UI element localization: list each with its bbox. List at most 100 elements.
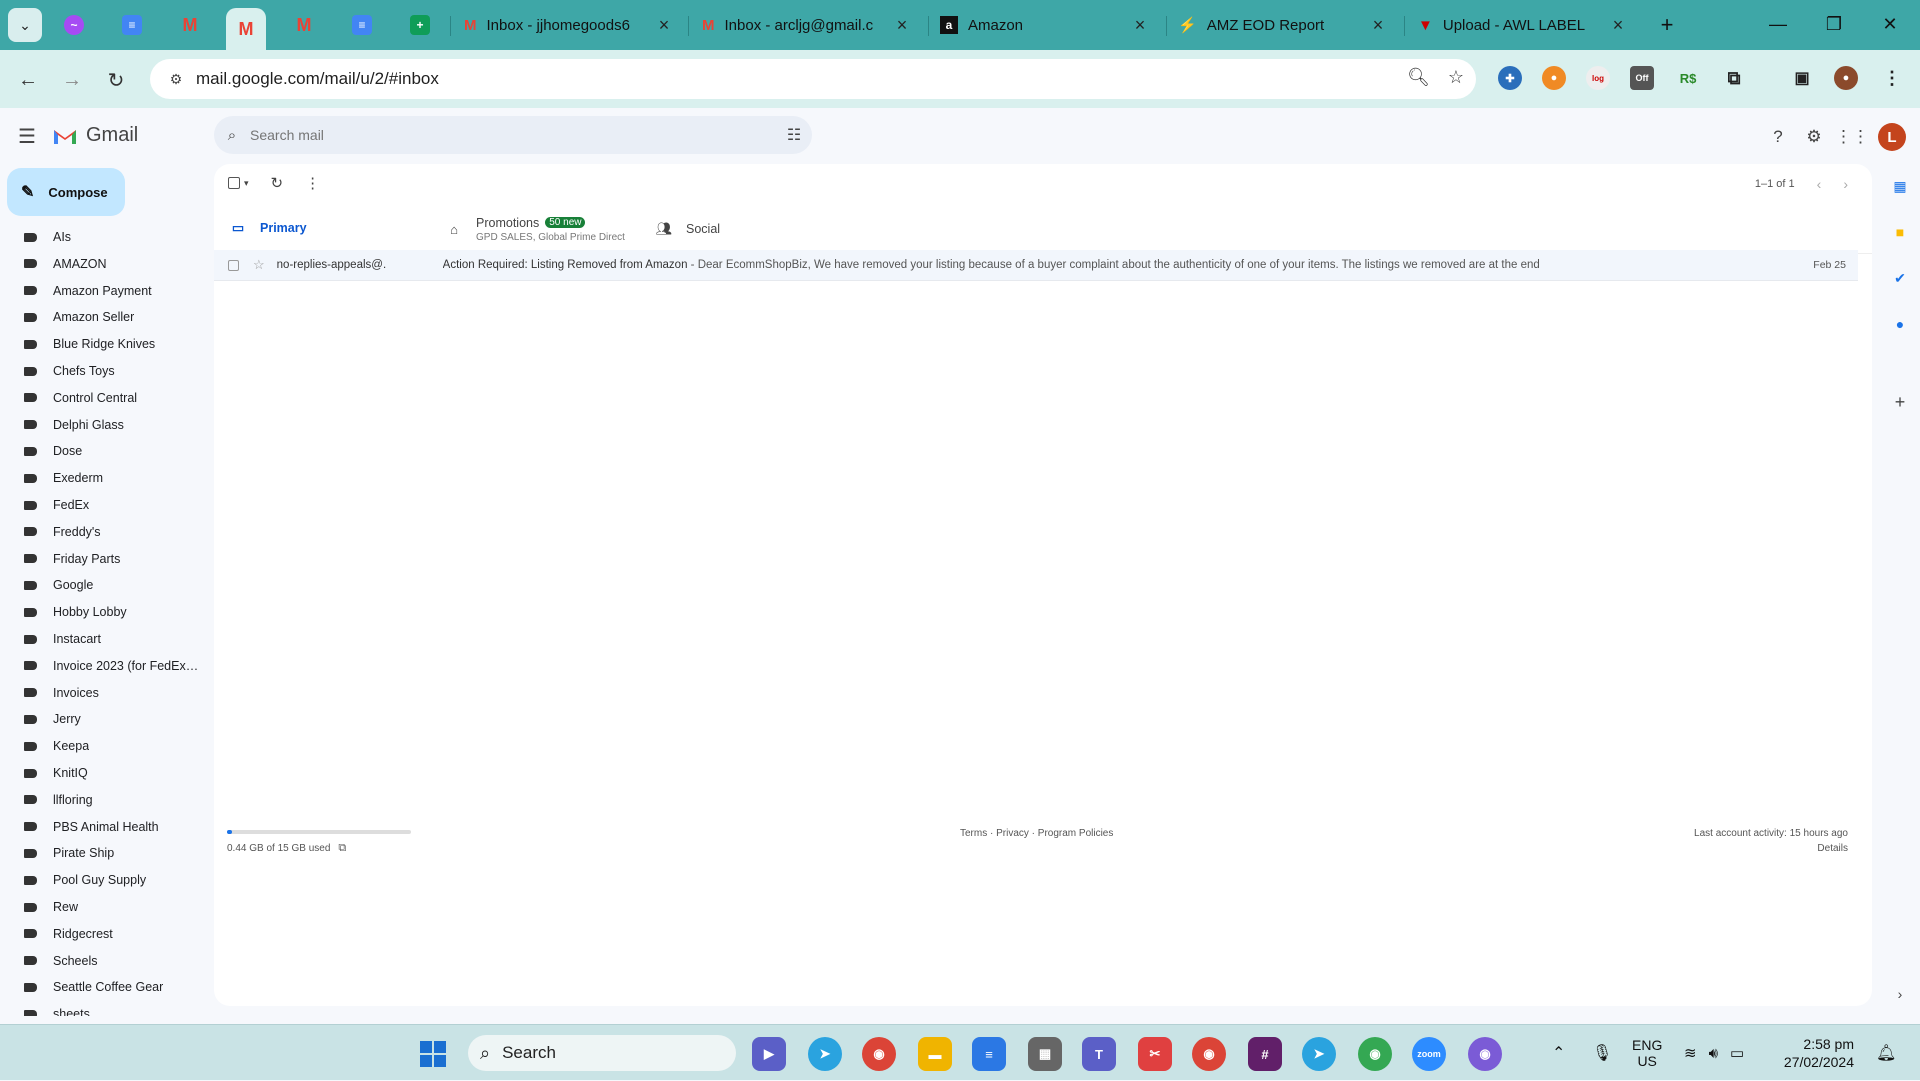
footer-links[interactable]: Terms · Privacy · Program Policies	[960, 828, 1113, 839]
url-text[interactable]: mail.google.com/mail/u/2/#inbox	[196, 69, 439, 89]
tab-inbox-jjhomegoods[interactable]: M Inbox - jjhomegoods6 ×	[454, 8, 684, 42]
sidebar-label-item[interactable]: FedEx	[0, 492, 212, 518]
sidebar-label-item[interactable]: Rew	[0, 894, 212, 920]
minimize-button[interactable]: —	[1750, 0, 1806, 48]
calculator-icon[interactable]: ▦	[1028, 1037, 1062, 1071]
more-options-icon[interactable]: ⋮	[305, 174, 320, 192]
chrome-icon[interactable]: ◉	[862, 1037, 896, 1071]
sidebar-label-item[interactable]: Blue Ridge Knives	[0, 331, 212, 357]
bookmark-star-icon[interactable]: ☆	[1448, 67, 1464, 88]
microphone-icon[interactable]: 🎙︎	[1592, 1025, 1612, 1081]
close-icon[interactable]: ×	[892, 15, 912, 36]
chrome-profile-j-icon[interactable]: ◉	[1358, 1037, 1392, 1071]
row-checkbox[interactable]	[228, 259, 239, 271]
calendar-icon[interactable]: ▦	[1888, 174, 1912, 198]
sidebar-label-item[interactable]: sheets	[0, 1001, 212, 1016]
add-addon-icon[interactable]: +	[1888, 390, 1912, 414]
restore-button[interactable]: ❐	[1806, 0, 1862, 48]
telegram-icon-2[interactable]: ➤	[1302, 1037, 1336, 1071]
pinned-tab-gmail-2[interactable]: M	[284, 8, 324, 42]
tab-amz-eod-report[interactable]: ⚡ AMZ EOD Report ×	[1168, 8, 1398, 42]
close-icon[interactable]: ×	[1368, 15, 1388, 36]
prev-page-icon[interactable]: ‹	[1817, 176, 1822, 192]
star-icon[interactable]: ☆	[253, 257, 265, 273]
chrome-profile-l-icon[interactable]: ◉	[1468, 1037, 1502, 1071]
language-indicator[interactable]: ENG US	[1632, 1025, 1662, 1081]
side-panel-icon[interactable]: ▣	[1790, 66, 1814, 90]
extension-icon-2[interactable]: ●	[1542, 66, 1566, 90]
system-tray-icons[interactable]: ≋ 🔊︎ ▭	[1684, 1025, 1744, 1081]
sidebar-label-item[interactable]: KnitIQ	[0, 760, 212, 786]
tab-amazon[interactable]: a Amazon ×	[930, 8, 1160, 42]
sidebar-label-item[interactable]: llfloring	[0, 787, 212, 813]
sidebar-label-item[interactable]: Invoices	[0, 680, 212, 706]
contacts-icon[interactable]: ●	[1888, 312, 1912, 336]
account-avatar[interactable]: L	[1878, 123, 1906, 151]
gmail-logo[interactable]: Gmail	[52, 124, 138, 147]
keep-icon[interactable]: ■	[1888, 220, 1912, 244]
extension-rs-icon[interactable]: R$	[1676, 66, 1700, 90]
open-external-icon[interactable]: ⧉	[338, 842, 346, 855]
refresh-icon[interactable]: ↻	[271, 174, 284, 192]
sidebar-label-item[interactable]: Scheels	[0, 948, 212, 974]
pinned-tab-sheets[interactable]: +	[400, 8, 440, 42]
compose-button[interactable]: ✎ Compose	[7, 168, 125, 216]
new-tab-button[interactable]: +	[1652, 10, 1682, 40]
reload-button[interactable]: ↻	[100, 64, 132, 96]
profile-avatar[interactable]: ●	[1834, 66, 1858, 90]
sidebar-label-item[interactable]: Invoice 2023 (for FedEx ...	[0, 653, 212, 679]
sidebar-label-item[interactable]: Friday Parts	[0, 546, 212, 572]
start-windows-icon[interactable]	[416, 1037, 450, 1071]
sidebar-label-item[interactable]: AIs	[0, 226, 212, 250]
sidebar-label-item[interactable]: Delphi Glass	[0, 412, 212, 438]
file-explorer-icon[interactable]: ▬	[918, 1037, 952, 1071]
sidebar-label-item[interactable]: Keepa	[0, 733, 212, 759]
close-icon[interactable]: ×	[1608, 15, 1628, 36]
sidebar-label-item[interactable]: Ridgecrest	[0, 921, 212, 947]
sidebar-label-item[interactable]: Google	[0, 572, 212, 598]
email-row[interactable]: ☆ no-replies-appeals@. Action Required: …	[214, 250, 1858, 281]
extension-off-icon[interactable]: Off	[1630, 66, 1654, 90]
snipping-tool-icon[interactable]: ✂	[1138, 1037, 1172, 1071]
tab-promotions[interactable]: ⌂ Promotions 50 new GPD SALES, Global Pr…	[436, 204, 656, 254]
sidebar-label-item[interactable]: Amazon Payment	[0, 278, 212, 304]
close-icon[interactable]: ×	[1130, 15, 1150, 36]
sidebar-label-item[interactable]: Pirate Ship	[0, 840, 212, 866]
help-icon[interactable]: ?	[1766, 125, 1790, 149]
slack-icon[interactable]: #	[1248, 1037, 1282, 1071]
sidebar-label-item[interactable]: Amazon Seller	[0, 304, 212, 330]
close-icon[interactable]: ×	[654, 15, 674, 36]
main-menu-icon[interactable]: ☰	[18, 124, 36, 149]
sidebar-label-item[interactable]: Instacart	[0, 626, 212, 652]
pinned-tab-docs[interactable]: ≡	[112, 8, 152, 42]
tasks-icon[interactable]: ✔	[1888, 266, 1912, 290]
address-bar[interactable]: ⚙ mail.google.com/mail/u/2/#inbox 🔍︎ ☆	[150, 59, 1476, 99]
chrome-profile-icon[interactable]: ◉	[1192, 1037, 1226, 1071]
notification-bell-icon[interactable]: 🔔︎	[1876, 1025, 1896, 1081]
tab-upload-awl-label[interactable]: ▼ Upload - AWL LABEL ×	[1408, 8, 1638, 42]
tab-primary[interactable]: ▭ Primary	[220, 204, 416, 254]
zoom-icon[interactable]: zoom	[1412, 1037, 1446, 1071]
taskbar-search[interactable]: ⌕ Search	[468, 1035, 736, 1071]
expand-panel-icon[interactable]: ›	[1888, 982, 1912, 1006]
sidebar-label-item[interactable]: Seattle Coffee Gear	[0, 974, 212, 1000]
search-bar[interactable]: ⌕ ☷	[214, 116, 812, 154]
notepad-icon[interactable]: ≡	[972, 1037, 1006, 1071]
sidebar-label-item[interactable]: Control Central	[0, 385, 212, 411]
search-icon[interactable]: ⌕	[214, 127, 250, 144]
sidebar-label-item[interactable]: Dose	[0, 438, 212, 464]
tab-search-button[interactable]: ⌄	[8, 8, 42, 42]
zoom-icon[interactable]: 🔍︎	[1407, 67, 1430, 88]
search-input[interactable]	[250, 127, 776, 143]
settings-gear-icon[interactable]: ⚙	[1802, 125, 1826, 149]
pinned-tab-gmail-active[interactable]: M	[226, 8, 266, 50]
pinned-tab-docs-2[interactable]: ≡	[342, 8, 382, 42]
back-button[interactable]: ←	[12, 64, 44, 96]
forward-button[interactable]: →	[56, 64, 88, 96]
meet-icon[interactable]: ▶	[752, 1037, 786, 1071]
close-window-button[interactable]: ✕	[1862, 0, 1918, 48]
search-options-icon[interactable]: ☷	[776, 125, 812, 145]
pinned-tab-messenger[interactable]: ~	[54, 8, 94, 42]
sidebar-label-item[interactable]: Chefs Toys	[0, 358, 212, 384]
sidebar-label-item[interactable]: Freddy's	[0, 519, 212, 545]
